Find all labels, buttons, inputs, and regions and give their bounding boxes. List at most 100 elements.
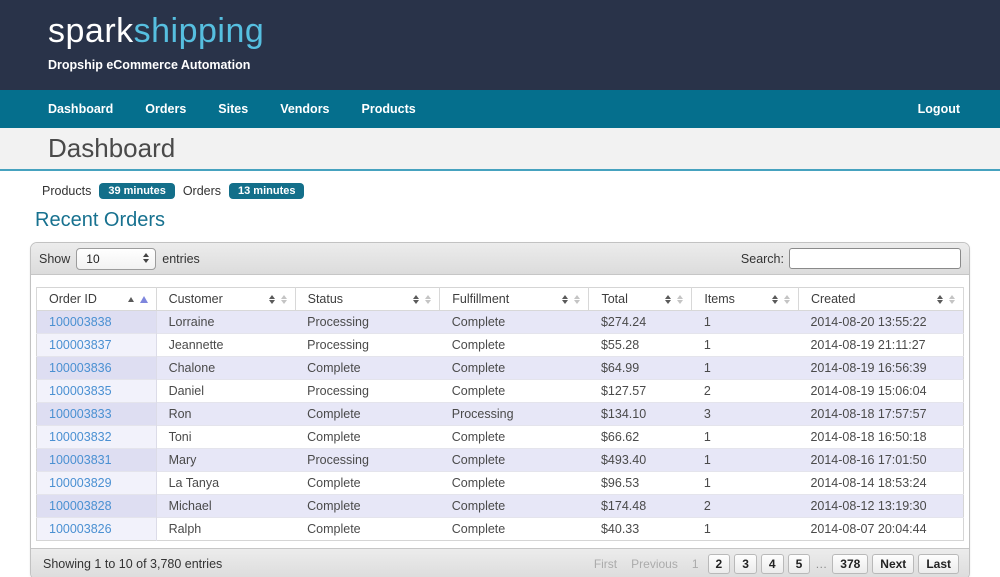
brand-logo: sparkshipping xyxy=(48,10,1000,52)
column-header-total[interactable]: Total xyxy=(589,288,692,311)
column-header-customer[interactable]: Customer xyxy=(156,288,295,311)
table-toolbar: Show 10 entries Search: xyxy=(31,243,969,275)
search-input[interactable] xyxy=(789,248,961,269)
main-nav: Dashboard Orders Sites Vendors Products … xyxy=(0,90,1000,128)
logout-link[interactable]: Logout xyxy=(918,102,960,116)
sort-both-inactive-icon xyxy=(949,295,955,304)
page-title: Dashboard xyxy=(48,133,175,164)
order-link[interactable]: 100003831 xyxy=(49,453,112,467)
select-stepper-icon xyxy=(143,253,149,263)
nav-item-products[interactable]: Products xyxy=(362,102,416,116)
pagination-next[interactable]: Next xyxy=(872,554,914,574)
order-link[interactable]: 100003837 xyxy=(49,338,112,352)
pagination-page-3[interactable]: 3 xyxy=(734,554,757,574)
sort-both-inactive-icon xyxy=(574,295,580,304)
brand-tagline: Dropship eCommerce Automation xyxy=(48,58,1000,72)
pagination-page-2[interactable]: 2 xyxy=(708,554,731,574)
cell-status: Processing xyxy=(295,449,440,472)
order-link[interactable]: 100003829 xyxy=(49,476,112,490)
cell-customer: Ralph xyxy=(156,518,295,541)
sort-both-icon xyxy=(937,295,943,304)
nav-item-dashboard[interactable]: Dashboard xyxy=(48,102,113,116)
cell-total: $66.62 xyxy=(589,426,692,449)
sort-both-inactive-icon xyxy=(784,295,790,304)
cell-total: $96.53 xyxy=(589,472,692,495)
column-header-created[interactable]: Created xyxy=(798,288,963,311)
cell-customer: Ron xyxy=(156,403,295,426)
column-header-order-id[interactable]: Order ID xyxy=(37,288,157,311)
cell-order-id: 100003837 xyxy=(37,334,157,357)
cell-order-id: 100003836 xyxy=(37,357,157,380)
cell-customer: Jeannette xyxy=(156,334,295,357)
cell-total: $55.28 xyxy=(589,334,692,357)
order-link[interactable]: 100003833 xyxy=(49,407,112,421)
cell-items: 1 xyxy=(692,518,799,541)
cell-created: 2014-08-18 16:50:18 xyxy=(798,426,963,449)
cell-created: 2014-08-20 13:55:22 xyxy=(798,311,963,334)
pagination-ellipsis: … xyxy=(814,557,828,571)
cell-customer: La Tanya xyxy=(156,472,295,495)
pagination-last[interactable]: Last xyxy=(918,554,959,574)
column-header-items[interactable]: Items xyxy=(692,288,799,311)
cell-fulfillment: Complete xyxy=(440,311,589,334)
cell-fulfillment: Complete xyxy=(440,426,589,449)
pagination-first[interactable]: First xyxy=(589,555,622,573)
table-row: 100003833 Ron Complete Processing $134.1… xyxy=(37,403,964,426)
pagination-previous[interactable]: Previous xyxy=(626,555,683,573)
nav-item-sites[interactable]: Sites xyxy=(218,102,248,116)
products-sync-badge: 39 minutes xyxy=(99,183,174,199)
cell-fulfillment: Complete xyxy=(440,334,589,357)
cell-order-id: 100003828 xyxy=(37,495,157,518)
sort-both-inactive-icon xyxy=(425,295,431,304)
orders-sync-badge: 13 minutes xyxy=(229,183,304,199)
nav-item-vendors[interactable]: Vendors xyxy=(280,102,329,116)
cell-created: 2014-08-07 20:04:44 xyxy=(798,518,963,541)
order-link[interactable]: 100003838 xyxy=(49,315,112,329)
table-row: 100003835 Daniel Processing Complete $12… xyxy=(37,380,964,403)
cell-created: 2014-08-19 21:11:27 xyxy=(798,334,963,357)
pagination-page-378[interactable]: 378 xyxy=(832,554,868,574)
cell-fulfillment: Complete xyxy=(440,495,589,518)
pagination-page-4[interactable]: 4 xyxy=(761,554,784,574)
table-row: 100003836 Chalone Complete Complete $64.… xyxy=(37,357,964,380)
cell-order-id: 100003829 xyxy=(37,472,157,495)
entries-info: Showing 1 to 10 of 3,780 entries xyxy=(39,557,222,571)
table-row: 100003838 Lorraine Processing Complete $… xyxy=(37,311,964,334)
order-link[interactable]: 100003826 xyxy=(49,522,112,536)
cell-order-id: 100003833 xyxy=(37,403,157,426)
sort-both-icon xyxy=(413,295,419,304)
sort-both-icon xyxy=(772,295,778,304)
cell-items: 1 xyxy=(692,426,799,449)
cell-items: 1 xyxy=(692,311,799,334)
cell-customer: Chalone xyxy=(156,357,295,380)
cell-created: 2014-08-18 17:57:57 xyxy=(798,403,963,426)
pagination-page-5[interactable]: 5 xyxy=(788,554,811,574)
nav-links: Dashboard Orders Sites Vendors Products xyxy=(48,102,416,116)
sort-both-inactive-icon xyxy=(677,295,683,304)
page-title-band: Dashboard xyxy=(0,128,1000,171)
column-header-status[interactable]: Status xyxy=(295,288,440,311)
cell-total: $274.24 xyxy=(589,311,692,334)
cell-status: Complete xyxy=(295,426,440,449)
order-link[interactable]: 100003835 xyxy=(49,384,112,398)
cell-fulfillment: Complete xyxy=(440,380,589,403)
cell-order-id: 100003832 xyxy=(37,426,157,449)
page-size-select[interactable]: 10 xyxy=(76,248,156,270)
pagination-page-1[interactable]: 1 xyxy=(687,555,704,573)
cell-total: $493.40 xyxy=(589,449,692,472)
order-link[interactable]: 100003836 xyxy=(49,361,112,375)
cell-items: 1 xyxy=(692,472,799,495)
cell-created: 2014-08-16 17:01:50 xyxy=(798,449,963,472)
cell-created: 2014-08-12 13:19:30 xyxy=(798,495,963,518)
cell-status: Complete xyxy=(295,518,440,541)
column-header-fulfillment[interactable]: Fulfillment xyxy=(440,288,589,311)
table-row: 100003837 Jeannette Processing Complete … xyxy=(37,334,964,357)
sort-both-inactive-icon xyxy=(281,295,287,304)
cell-items: 3 xyxy=(692,403,799,426)
cell-order-id: 100003826 xyxy=(37,518,157,541)
order-link[interactable]: 100003832 xyxy=(49,430,112,444)
orders-sync-label: Orders xyxy=(183,184,221,198)
cell-items: 2 xyxy=(692,495,799,518)
nav-item-orders[interactable]: Orders xyxy=(145,102,186,116)
order-link[interactable]: 100003828 xyxy=(49,499,112,513)
